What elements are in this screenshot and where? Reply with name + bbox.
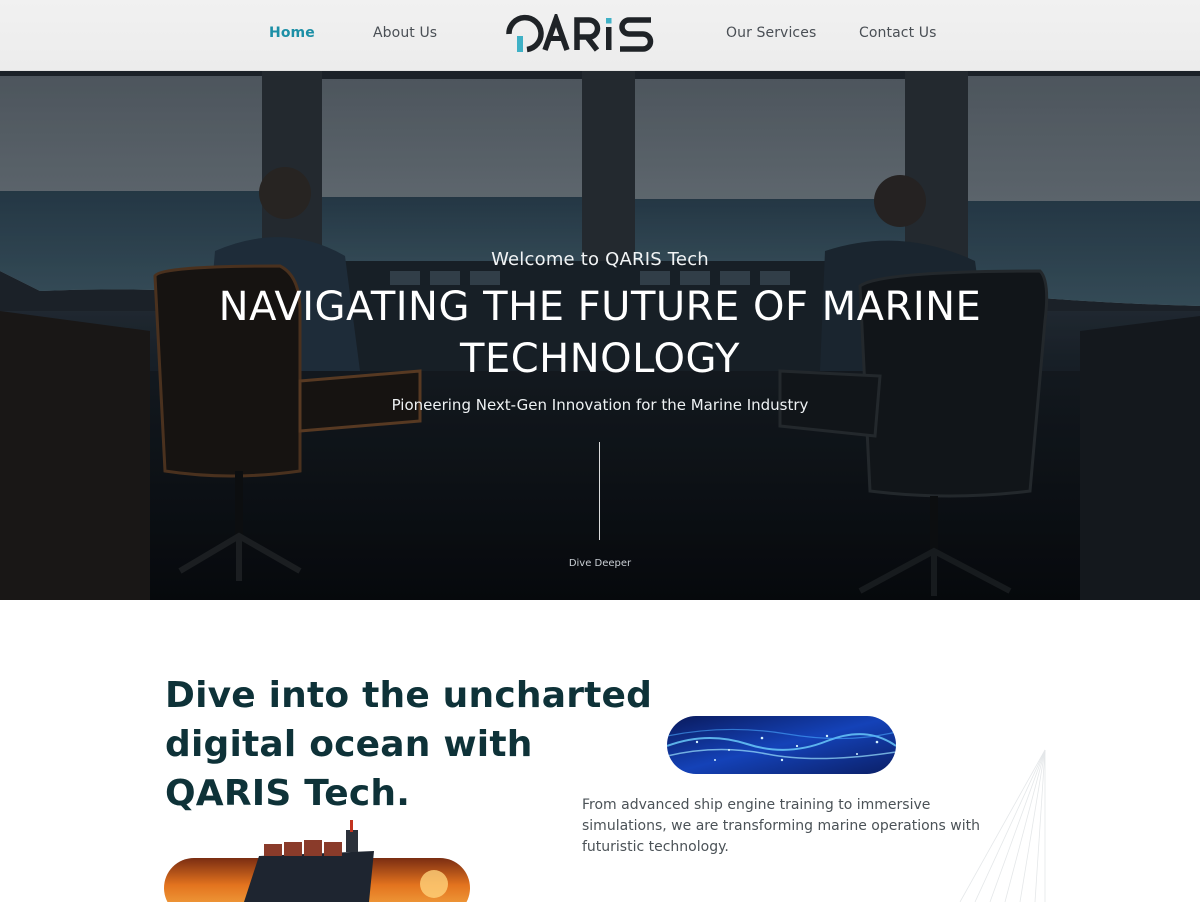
hero-section: Welcome to QARIS Tech NAVIGATING THE FUT… xyxy=(0,71,1200,600)
nav-contact-link[interactable]: Contact Us xyxy=(859,25,936,41)
site-header: Home About Us Our Services Contact Us xyxy=(0,0,1200,71)
decorative-light-rays xyxy=(959,749,1046,902)
qaris-logo[interactable] xyxy=(505,14,655,54)
hero-eyebrow: Welcome to QARIS Tech xyxy=(491,249,709,270)
digital-ocean-image xyxy=(667,716,896,774)
nav-home-link[interactable]: Home xyxy=(269,25,315,41)
cargo-ship-image xyxy=(164,820,470,902)
scroll-indicator-line xyxy=(599,442,600,540)
nav-about-link[interactable]: About Us xyxy=(373,25,437,41)
dive-deeper-link[interactable]: Dive Deeper xyxy=(0,558,1200,569)
nav-services-link[interactable]: Our Services xyxy=(726,25,816,41)
hero-subtitle: Pioneering Next-Gen Innovation for the M… xyxy=(391,396,809,414)
hero-title: NAVIGATING THE FUTURE OF MARINE TECHNOLO… xyxy=(218,284,982,382)
